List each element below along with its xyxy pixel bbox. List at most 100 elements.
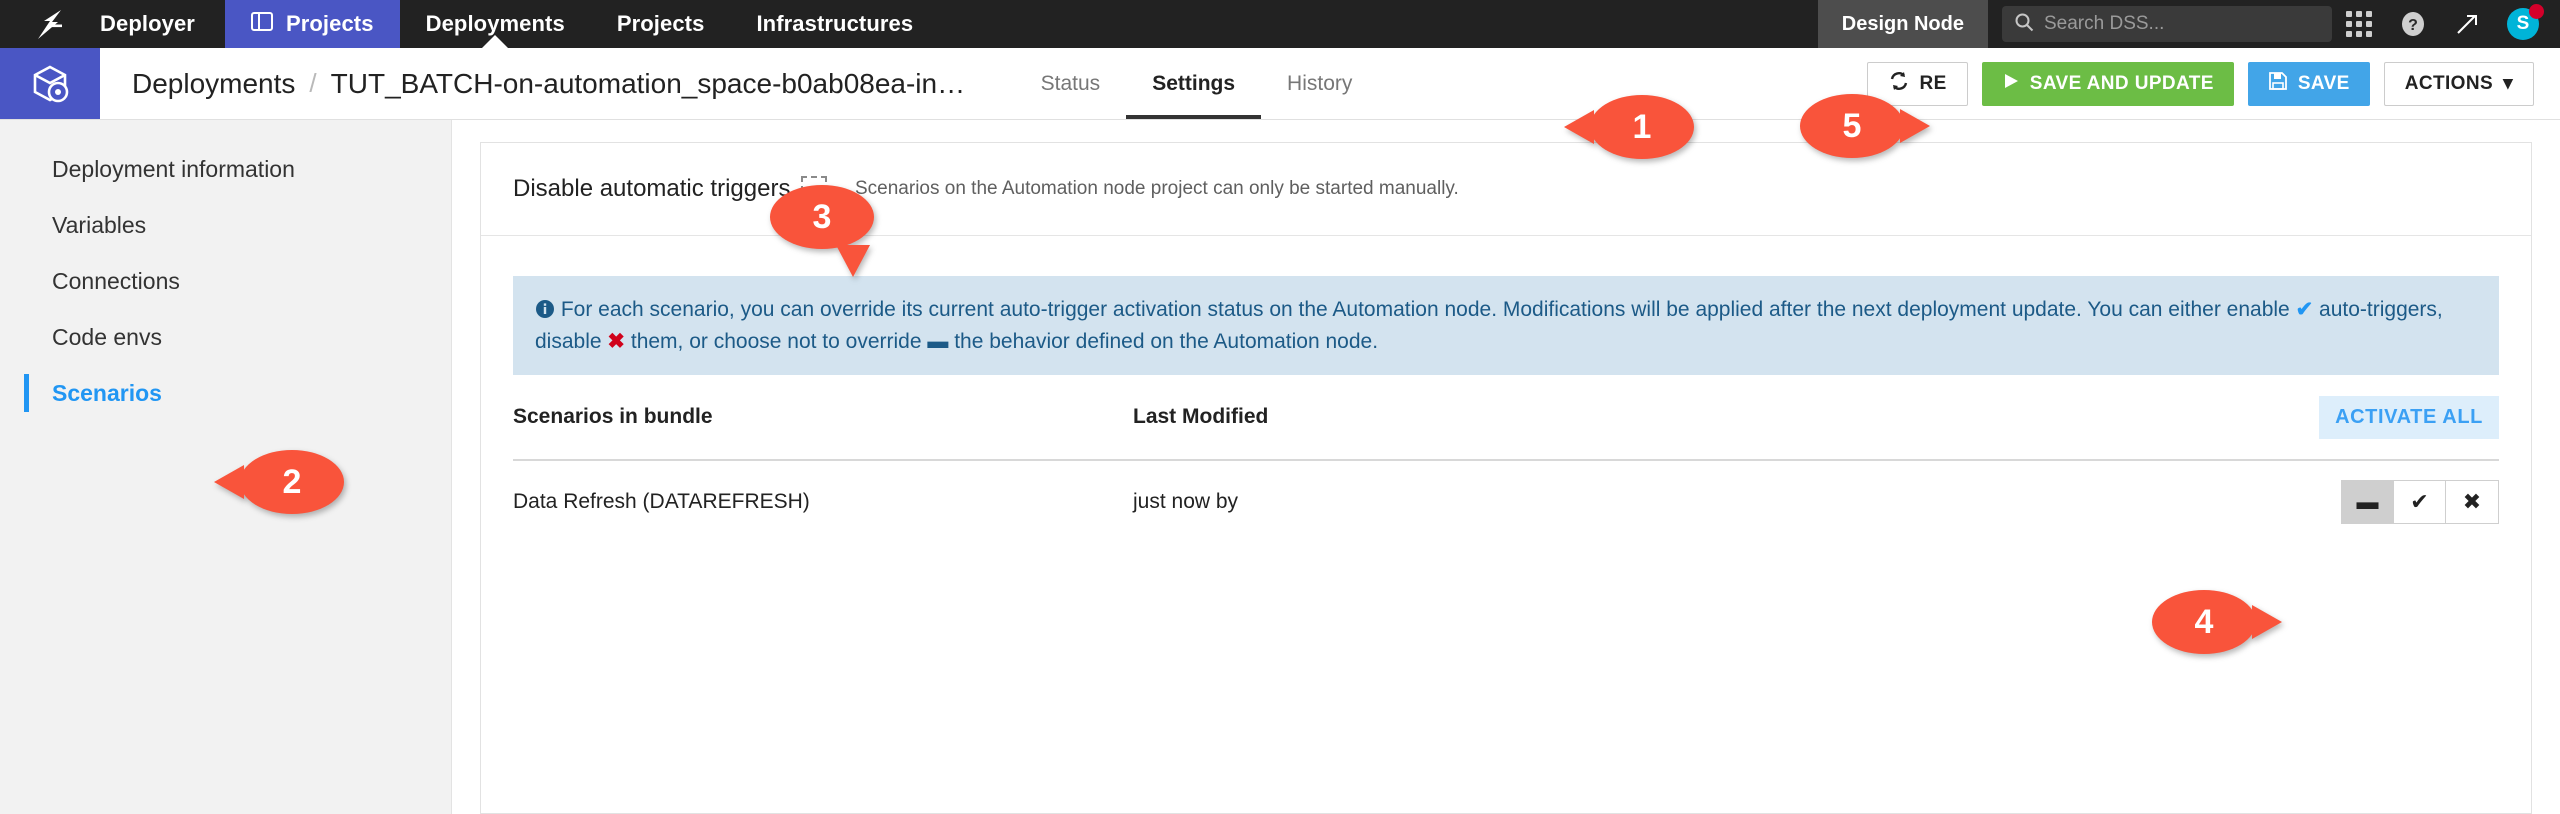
sidebar-item-label: Connections [52,267,180,294]
callout-5: 5 [1800,94,1930,158]
enable-trigger-button[interactable]: ✔ [2394,481,2446,523]
callout-number: 3 [812,197,832,236]
save-and-update-label: SAVE AND UPDATE [2029,72,2214,94]
actions-dropdown-button[interactable]: ACTIONS ▾ [2383,61,2534,106]
nav-item-projects-active[interactable]: Projects [224,0,400,48]
callout-tip [836,245,870,277]
callout-tip [1900,109,1930,143]
chevron-down-icon: ▾ [2503,73,2513,94]
sub-header-actions: RE SAVE AND UPDATE SAVE ACTIONS ▾ [1866,48,2560,119]
column-header-last-modified: Last Modified [1133,405,1269,428]
tab-label: Status [1040,71,1101,95]
main-content: Disable automatic triggers Scenarios on … [452,120,2560,814]
nav-spacer [939,0,1818,48]
dash-icon: ▬ [927,329,949,353]
table-header-row: Scenarios in bundle Last Modified ACTIVA… [513,375,2499,461]
info-banner-text-1: For each scenario, you can override its … [560,298,2290,321]
nav-product-label: Deployer [100,11,195,36]
table-row: Data Refresh (DATAREFRESH) just now by ▬… [513,461,2499,543]
callout-1: 1 [1564,95,1694,159]
tab-settings[interactable]: Settings [1126,52,1262,119]
save-label: SAVE [2297,72,2350,94]
breadcrumb-root[interactable]: Deployments [132,68,295,100]
play-triangle-icon [2002,72,2020,96]
info-banner: For each scenario, you can override its … [513,276,2499,375]
breadcrumb-separator: / [309,68,317,98]
callout-3: 3 [770,185,874,277]
save-and-update-button[interactable]: SAVE AND UPDATE [1981,61,2234,106]
dataiku-logo[interactable] [0,0,100,48]
top-navigation-bar: Deployer Projects Deployments Projects I… [0,0,2560,48]
disable-automatic-triggers-label: Disable automatic triggers [513,175,791,202]
nav-product-deployer[interactable]: Deployer [100,0,225,48]
sidebar-item-connections[interactable]: Connections [0,258,451,304]
sidebar-item-label: Variables [52,211,147,238]
scenario-last-modified: just now by [1133,490,1239,513]
sidebar-item-label: Deployment information [52,155,295,182]
callout-tip [214,465,244,499]
actions-label: ACTIONS [2404,72,2494,94]
no-override-button[interactable]: ▬ [2342,481,2394,523]
column-header-scenarios-in-bundle: Scenarios in bundle [513,405,713,428]
info-banner-text-3: them, or choose not to override [630,329,922,353]
apps-grid-dots [2346,11,2372,37]
info-banner-text-4: the behavior defined on the Automation n… [954,329,1379,353]
sidebar-item-label: Code envs [52,323,162,350]
disable-automatic-triggers-help: Scenarios on the Automation node project… [855,178,1459,199]
search-icon [2014,12,2034,37]
callout-tip [1564,110,1594,144]
deployment-box-icon [0,48,100,119]
sidebar-item-variables[interactable]: Variables [0,202,451,248]
callout-number: 4 [2194,602,2214,641]
design-node-badge[interactable]: Design Node [1817,0,1988,48]
trending-arrow-icon[interactable] [2440,0,2494,48]
page-body: Deployment information Variables Connect… [0,120,2560,814]
callout-number: 1 [1632,107,1652,146]
nav-item-projects[interactable]: Projects [590,0,731,48]
activate-all-button[interactable]: ACTIVATE ALL [2319,395,2499,439]
sidebar-item-deployment-information[interactable]: Deployment information [0,146,451,192]
refresh-label: RE [1919,72,1947,94]
tab-history[interactable]: History [1261,52,1378,119]
svg-text:?: ? [2408,17,2418,34]
info-circle-icon [535,298,561,321]
trigger-override-control: ▬ ✔ ✖ [2341,480,2499,524]
nav-item-label: Infrastructures [756,11,914,36]
cross-icon: ✖ [607,329,626,353]
callout-tip [2252,605,2282,639]
disable-trigger-button[interactable]: ✖ [2446,481,2498,523]
design-node-label: Design Node [1841,12,1964,35]
nav-item-deployments[interactable]: Deployments [399,0,591,48]
breadcrumb: Deployments / TUT_BATCH-on-automation_sp… [100,48,971,119]
notification-dot-icon [2529,4,2544,19]
nav-item-label: Projects [285,11,374,36]
avatar[interactable]: S [2494,0,2552,48]
sidebar-item-label: Scenarios [52,379,162,406]
callout-number: 2 [282,462,302,501]
floppy-disk-icon [2268,71,2288,97]
sub-header-bar: Deployments / TUT_BATCH-on-automation_sp… [0,48,2560,120]
help-question-icon[interactable]: ? [2386,0,2440,48]
sidebar-item-scenarios[interactable]: Scenarios [0,370,451,416]
search-placeholder: Search DSS... [2044,13,2165,34]
search-input[interactable]: Search DSS... [2002,6,2332,42]
sidebar-item-code-envs[interactable]: Code envs [0,314,451,360]
callout-2: 2 [214,450,344,514]
callout-number: 5 [1842,106,1862,145]
callout-4: 4 [2152,590,2282,654]
nav-item-label: Projects [616,11,705,36]
tab-status[interactable]: Status [1015,52,1127,119]
window-panel-icon [250,11,273,37]
scenario-name: Data Refresh (DATAREFRESH) [513,490,810,513]
check-icon: ✔ [2295,298,2314,321]
save-button[interactable]: SAVE [2247,61,2370,106]
nav-item-infrastructures[interactable]: Infrastructures [730,0,940,48]
nav-item-label: Deployments [425,11,565,36]
tab-label: Settings [1152,71,1236,95]
tab-label: History [1287,71,1353,95]
apps-grid-icon[interactable] [2332,0,2386,48]
nav-right-cluster: Search DSS... ? S [1988,0,2560,48]
page-title: TUT_BATCH-on-automation_space-b0ab08ea-i… [330,67,971,99]
dataiku-bird-logo-icon [38,10,62,39]
scenarios-table: Scenarios in bundle Last Modified ACTIVA… [481,375,2531,543]
